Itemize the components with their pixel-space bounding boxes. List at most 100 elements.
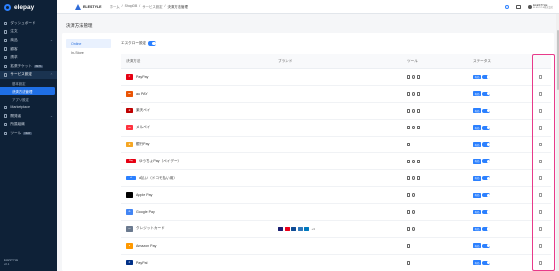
sidebar-item-billing[interactable]: 請求 xyxy=(0,53,57,62)
receipt-icon[interactable] xyxy=(416,159,421,164)
payment-method-name[interactable]: au PAY xyxy=(136,92,148,96)
shield-icon[interactable] xyxy=(407,125,411,130)
header-payment-method: 決済方法 xyxy=(126,58,141,63)
payment-method-name[interactable]: Google Pay xyxy=(136,210,155,214)
refresh-icon[interactable] xyxy=(411,92,416,96)
trash-icon[interactable] xyxy=(538,125,543,130)
sidebar-subitem-app-settings[interactable]: アプリ設定 xyxy=(0,95,57,103)
payment-logo-icon: B xyxy=(126,141,133,148)
download-icon[interactable] xyxy=(516,4,521,10)
receipt-icon[interactable] xyxy=(416,75,421,79)
status-toggle[interactable] xyxy=(482,176,491,181)
status-toggle[interactable] xyxy=(482,260,491,265)
receipt-icon[interactable] xyxy=(416,125,421,130)
status-toggle[interactable] xyxy=(482,209,491,215)
shield-icon[interactable] xyxy=(407,244,411,248)
sidebar-item-products[interactable]: 商品 ⌄ xyxy=(0,36,57,45)
trash-icon[interactable] xyxy=(538,108,543,113)
user-menu[interactable]: ELESTYLE ELESTYLE株式会社 xyxy=(527,4,553,10)
trash-icon[interactable] xyxy=(538,75,543,79)
sidebar-item-organization[interactable]: 所属組織 xyxy=(0,120,57,129)
refresh-icon[interactable] xyxy=(411,176,416,181)
breadcrumb-service-settings[interactable]: サービス設定 xyxy=(142,4,162,9)
shield-icon[interactable] xyxy=(407,176,411,181)
status-toggle[interactable] xyxy=(482,125,491,130)
chevron-up-icon: ⌃ xyxy=(49,72,53,77)
shop-name[interactable]: ELESTYLE xyxy=(83,5,102,9)
status-toggle[interactable] xyxy=(482,159,491,164)
payment-method-cell: a Amazon Pay xyxy=(121,243,278,249)
subnav-in-store[interactable]: In-Store xyxy=(66,48,111,57)
payment-method-name[interactable]: Apple Pay xyxy=(136,193,152,197)
shield-icon[interactable] xyxy=(407,159,411,164)
receipt-icon[interactable] xyxy=(416,176,421,181)
sidebar-item-tools[interactable]: ツール NEW xyxy=(0,129,57,138)
trash-icon[interactable] xyxy=(538,176,543,181)
sidebar-item-label: Marketplace xyxy=(10,105,30,110)
sidebar-item-marketplace[interactable]: Marketplace xyxy=(0,103,57,112)
trash-icon[interactable] xyxy=(538,142,543,147)
refresh-icon[interactable] xyxy=(411,125,416,130)
refresh-icon[interactable] xyxy=(411,227,416,231)
shield-icon[interactable] xyxy=(407,227,411,231)
shield-icon[interactable] xyxy=(407,260,411,265)
trash-icon[interactable] xyxy=(538,210,543,214)
trash-icon[interactable] xyxy=(538,159,543,164)
status-toggle[interactable] xyxy=(482,108,491,113)
sidebar-subitem-payment-methods[interactable]: 決済方法管理 xyxy=(0,87,55,96)
breadcrumb-home[interactable]: ホーム xyxy=(110,4,120,9)
status-toggle[interactable] xyxy=(482,74,491,80)
receipt-icon[interactable] xyxy=(416,108,421,113)
sidebar-subitem-basic-settings[interactable]: 基本設定 xyxy=(0,79,57,87)
status-toggle[interactable] xyxy=(482,193,491,198)
sidebar-item-orders[interactable]: 注文 xyxy=(0,28,57,37)
status-toggle[interactable] xyxy=(482,142,491,147)
status-toggle[interactable] xyxy=(482,243,491,248)
shield-icon[interactable] xyxy=(407,92,411,96)
sidebar-item-dashboard[interactable]: ダッシュボード xyxy=(0,19,57,28)
status-toggle[interactable] xyxy=(482,91,491,96)
sidebar-item-extended-ticket[interactable]: 拡張チケット BETA xyxy=(0,62,57,71)
status-toggle[interactable] xyxy=(482,226,491,232)
more-brands-count: +3 xyxy=(311,226,315,231)
payment-method-name[interactable]: メルペイ xyxy=(136,125,150,130)
sidebar-item-service-settings[interactable]: サービス設定 ⌃ xyxy=(0,70,57,80)
receipt-icon[interactable] xyxy=(416,92,421,96)
table-row: au au PAY 有効 xyxy=(121,86,551,103)
payment-method-name[interactable]: ゆうちょPay（ペイデー） xyxy=(139,159,181,164)
payment-method-name[interactable]: PayPal xyxy=(136,261,147,265)
help-icon[interactable] xyxy=(504,4,510,10)
refresh-icon[interactable] xyxy=(411,210,416,214)
payment-method-name[interactable]: Amazon Pay xyxy=(136,244,156,248)
payment-method-name[interactable]: 楽天ペイ xyxy=(136,108,150,113)
sidebar-item-label: ダッシュボード xyxy=(10,20,36,25)
shield-icon[interactable] xyxy=(407,108,411,113)
shield-icon[interactable] xyxy=(407,75,411,79)
app-logo[interactable]: elepay xyxy=(0,0,57,14)
payment-method-name[interactable]: 銀行Pay xyxy=(136,142,149,147)
payment-logo-icon: au xyxy=(126,91,133,97)
channel-subnav: Online In-Store xyxy=(66,39,111,57)
trash-icon[interactable] xyxy=(538,193,543,198)
scrollbar-thumb[interactable] xyxy=(556,30,559,90)
shield-icon[interactable] xyxy=(407,193,411,197)
escrow-toggle[interactable] xyxy=(148,41,157,46)
table-row: Pay ゆうちょPay（ペイデー） 有効 xyxy=(121,153,551,171)
sidebar-item-customers[interactable]: 顧客 xyxy=(0,45,57,54)
trash-icon[interactable] xyxy=(538,91,543,96)
refresh-icon[interactable] xyxy=(411,108,416,113)
shield-icon[interactable] xyxy=(407,210,411,214)
subnav-online[interactable]: Online xyxy=(66,39,111,48)
payment-method-name[interactable]: クレジットカード xyxy=(136,226,165,231)
refresh-icon[interactable] xyxy=(411,159,416,164)
refresh-icon[interactable] xyxy=(411,193,416,197)
refresh-icon[interactable] xyxy=(411,75,416,79)
trash-icon[interactable] xyxy=(538,243,543,248)
payment-method-name[interactable]: PayPay xyxy=(136,75,148,79)
breadcrumb-shop[interactable]: ShopDB xyxy=(125,4,138,9)
shield-icon[interactable] xyxy=(407,142,411,147)
trash-icon[interactable] xyxy=(538,260,543,265)
trash-icon[interactable] xyxy=(538,227,543,231)
sidebar-item-developer[interactable]: 開発者 ⌄ xyxy=(0,112,57,121)
payment-method-name[interactable]: d払い（ドコモ払い用） xyxy=(139,176,177,181)
